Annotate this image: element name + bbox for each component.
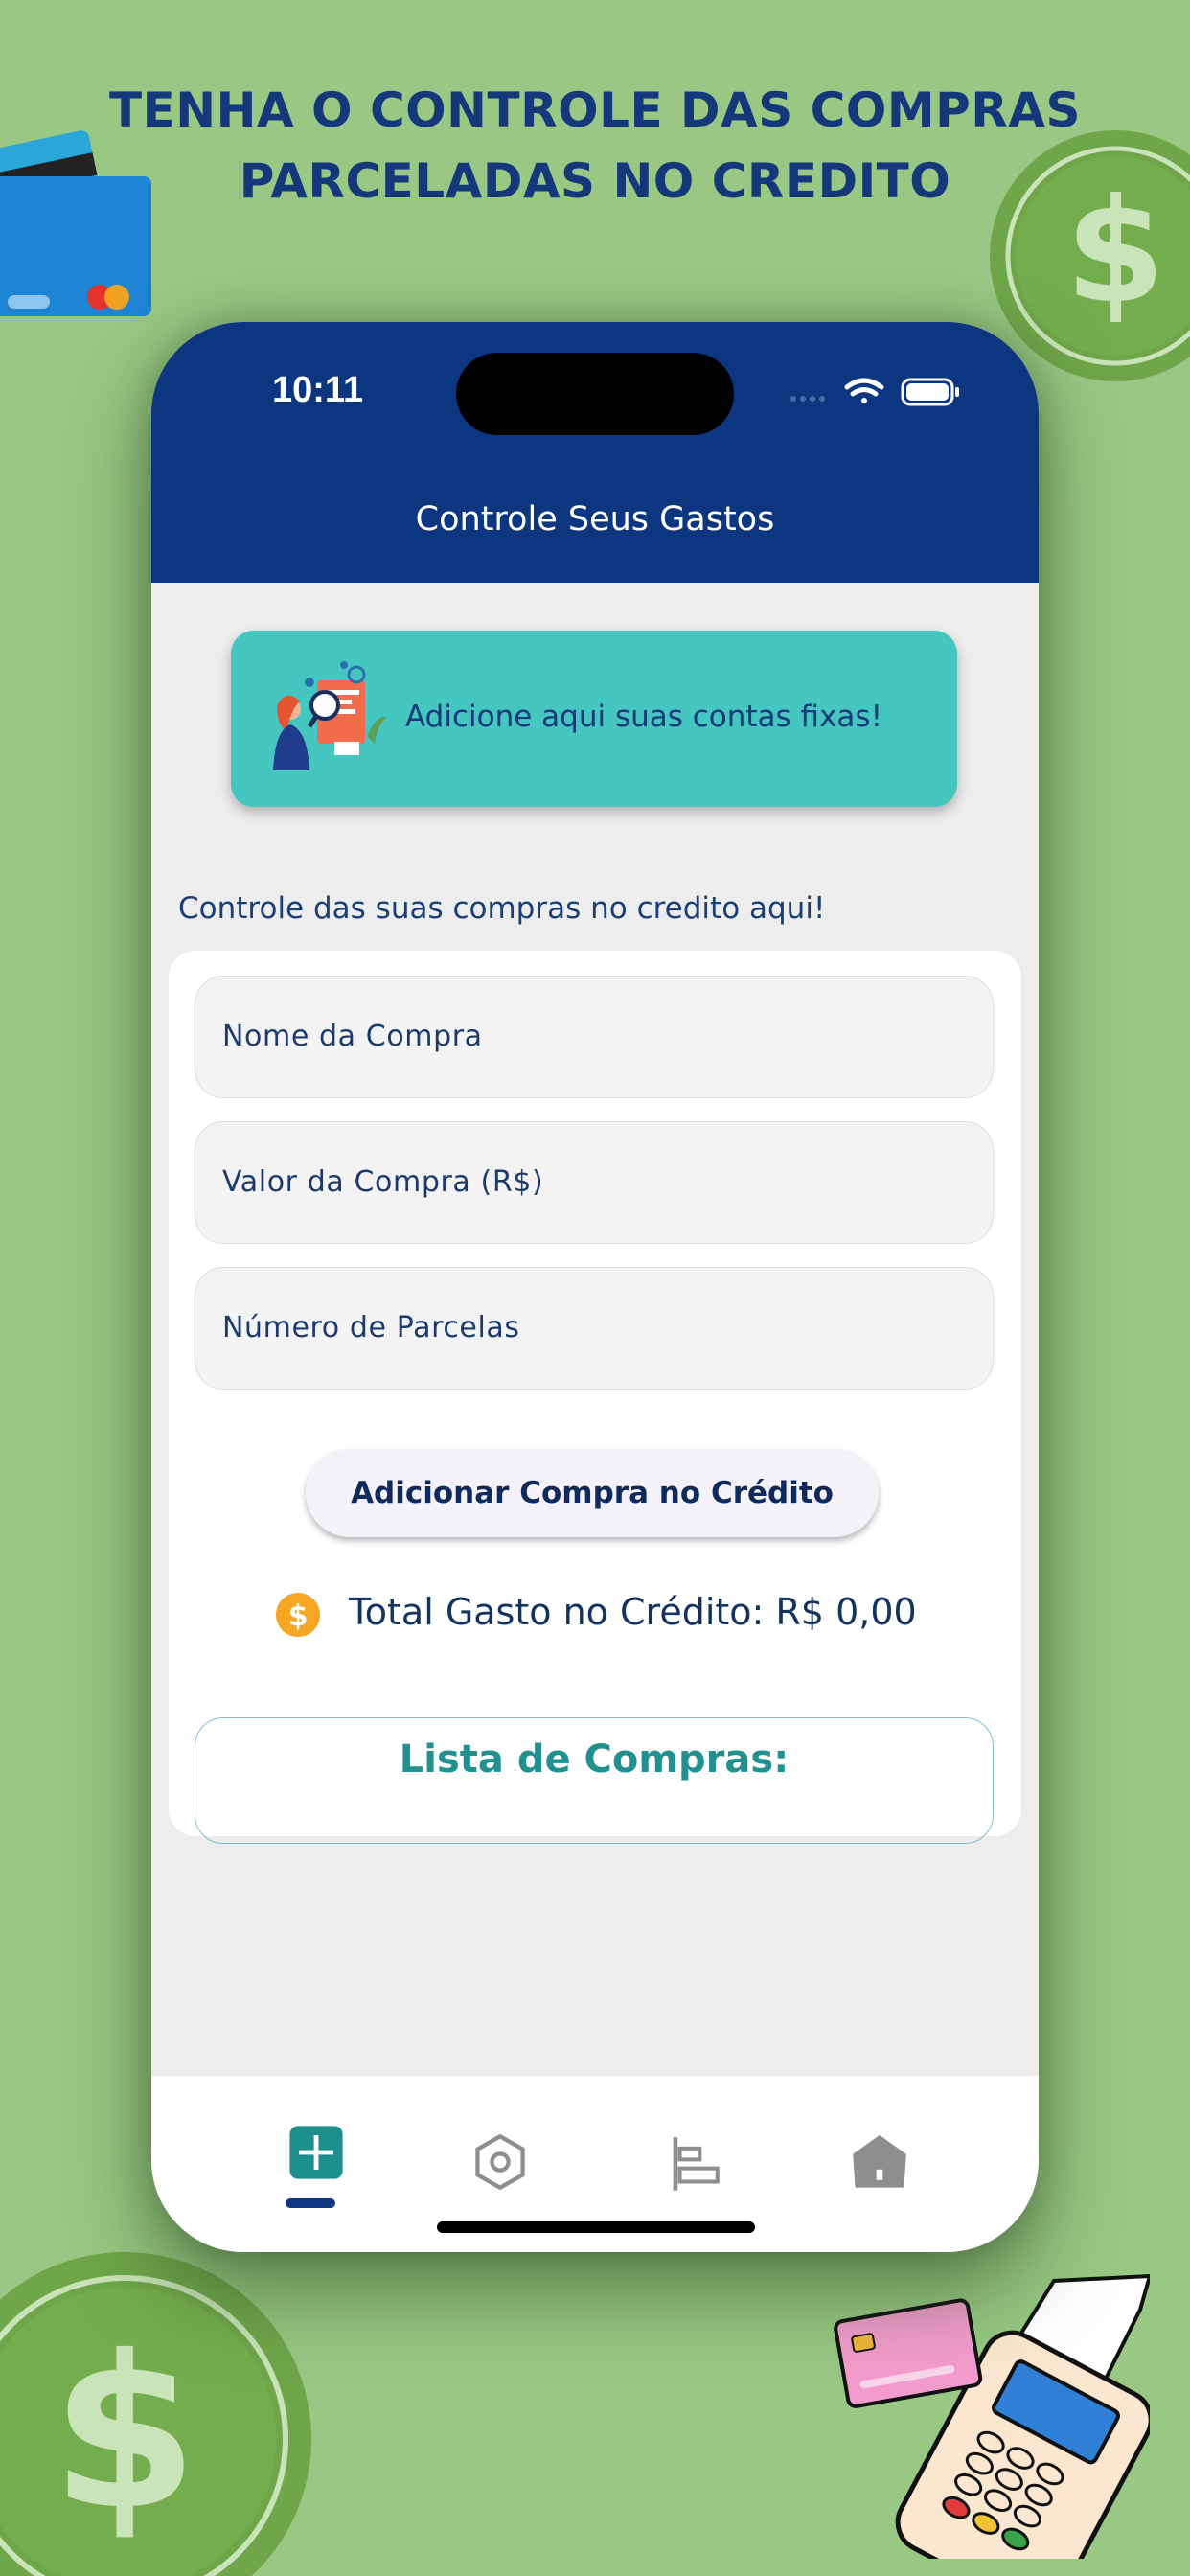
add-credit-purchase-button[interactable]: Adicionar Compra no Crédito bbox=[306, 1449, 879, 1537]
status-icons bbox=[790, 378, 959, 406]
installments-input[interactable]: Número de Parcelas bbox=[195, 1267, 994, 1390]
nav-selected-indicator bbox=[286, 2198, 335, 2208]
credit-card-illustration bbox=[0, 130, 151, 316]
purchase-list: Lista de Compras: bbox=[195, 1717, 994, 1844]
app-title: Controle Seus Gastos bbox=[415, 500, 775, 539]
dynamic-island bbox=[456, 353, 734, 435]
home-indicator bbox=[437, 2221, 755, 2233]
home-icon[interactable] bbox=[851, 2133, 908, 2191]
credit-section-caption: Controle das suas compras no credito aqu… bbox=[178, 891, 826, 926]
svg-text:$: $ bbox=[51, 2311, 197, 2556]
battery-icon bbox=[901, 378, 959, 406]
svg-text:$: $ bbox=[1065, 169, 1165, 335]
purchase-value-input[interactable]: Valor da Compra (R$) bbox=[195, 1121, 994, 1244]
purchase-list-title: Lista de Compras: bbox=[399, 1737, 790, 1782]
bottom-navigation bbox=[151, 2076, 1039, 2252]
phone-frame: 10:11 Controle Seus Gastos Adicione aqui… bbox=[151, 322, 1039, 2252]
align-bars-icon[interactable] bbox=[669, 2135, 726, 2193]
credit-form-card: Nome da Compra Valor da Compra (R$) Núme… bbox=[169, 951, 1021, 1844]
hexagon-icon[interactable] bbox=[471, 2133, 529, 2191]
cellular-dots-icon bbox=[790, 396, 825, 402]
add-box-icon[interactable] bbox=[287, 2124, 345, 2181]
wifi-icon bbox=[844, 378, 884, 403]
bills-illustration-icon bbox=[273, 661, 386, 770]
purchase-name-input[interactable]: Nome da Compra bbox=[195, 976, 994, 1098]
fixed-bills-banner[interactable]: Adicione aqui suas contas fixas! bbox=[231, 631, 957, 807]
payment-terminal-illustration bbox=[834, 2273, 1150, 2559]
dollar-coin-icon: $ bbox=[276, 1593, 320, 1637]
banner-text: Adicione aqui suas contas fixas! bbox=[405, 700, 882, 734]
dollar-coin-illustration-large: $ bbox=[0, 2252, 311, 2576]
status-time: 10:11 bbox=[272, 370, 364, 410]
credit-total-text: Total Gasto no Crédito: R$ 0,00 bbox=[349, 1591, 917, 1633]
app-bar: 10:11 Controle Seus Gastos bbox=[151, 322, 1039, 583]
svg-text:$: $ bbox=[288, 1599, 309, 1633]
